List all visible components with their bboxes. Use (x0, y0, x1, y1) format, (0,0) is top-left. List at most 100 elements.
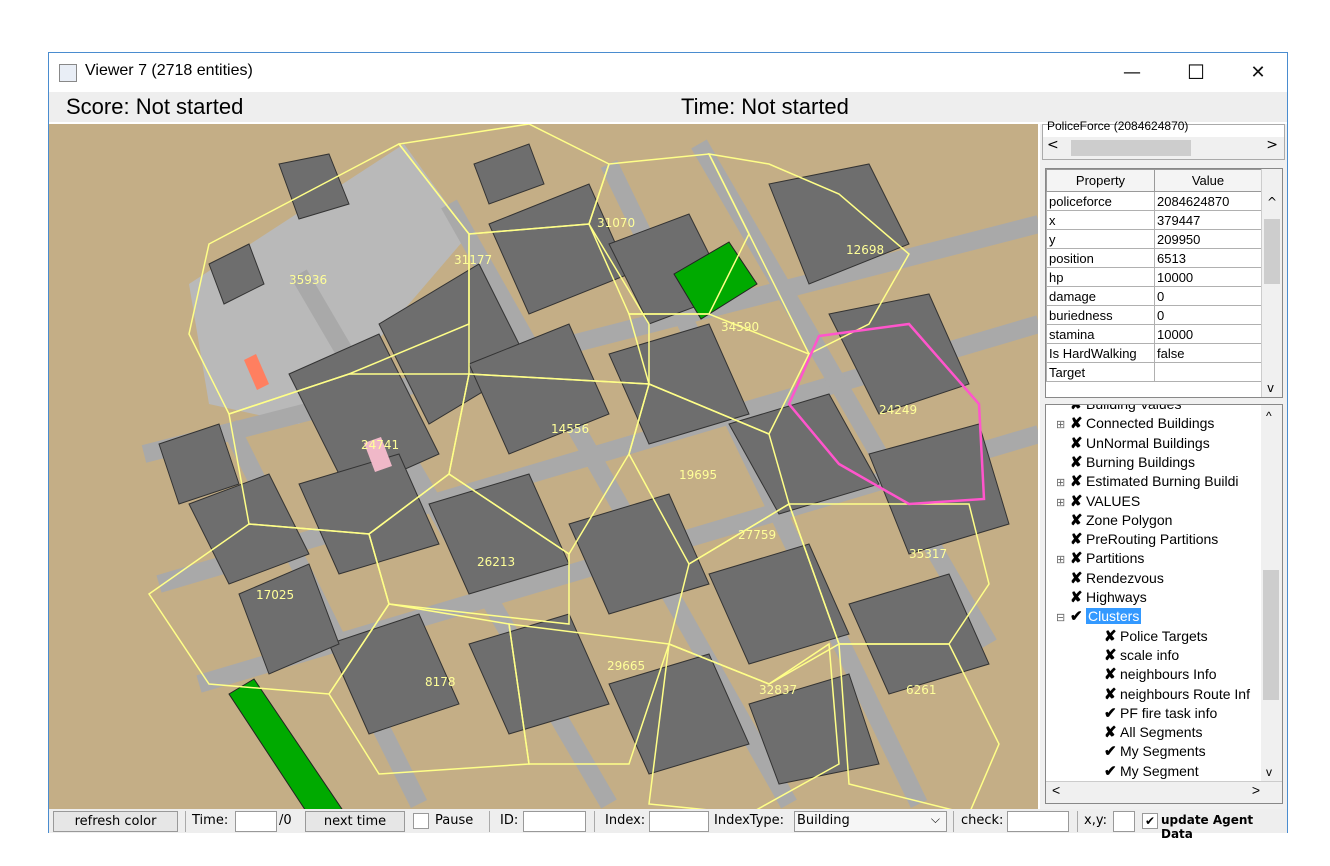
property-name[interactable]: buriedness (1046, 305, 1155, 325)
tree-item-label[interactable]: My Segments (1120, 743, 1206, 759)
expand-icon[interactable]: ⊞ (1056, 553, 1070, 566)
tree-item[interactable]: ✔ PF fire task info (1090, 704, 1217, 724)
check-icon[interactable]: ✔ (1070, 607, 1086, 625)
tree-item-label[interactable]: UnNormal Buildings (1086, 435, 1210, 451)
tree-item-label[interactable]: neighbours Route Inf (1120, 686, 1250, 702)
scroll-thumb[interactable] (1264, 219, 1280, 284)
expand-icon[interactable]: ⊞ (1056, 476, 1070, 489)
scroll-up-icon[interactable]: ^ (1266, 409, 1272, 423)
property-value[interactable]: 0 (1154, 286, 1262, 306)
entity-list[interactable]: PoliceForce (2084624870) < > (1042, 119, 1285, 160)
property-row[interactable]: damage 0 (1046, 286, 1262, 306)
property-row[interactable]: x 379447 (1046, 210, 1262, 230)
property-row[interactable]: stamina 10000 (1046, 324, 1262, 344)
cross-icon[interactable]: ✘ (1070, 453, 1086, 471)
tree-item[interactable]: ⊟ ✔ Clusters (1056, 607, 1142, 627)
time-input[interactable] (235, 811, 277, 832)
entity-list-item[interactable]: PoliceForce (2084624870) (1047, 119, 1188, 133)
tree-item[interactable]: ✘ neighbours Route Inf (1090, 685, 1250, 705)
maximize-button[interactable]: ☐ (1173, 53, 1219, 92)
scroll-up-icon[interactable]: ^ (1267, 195, 1277, 209)
property-row[interactable]: buriedness 0 (1046, 305, 1262, 325)
tree-item-label[interactable]: PreRouting Partitions (1086, 531, 1218, 547)
tree-item-label[interactable]: My Segment (1120, 763, 1199, 779)
tree-item[interactable]: ✔ My Segments (1090, 742, 1206, 762)
pause-checkbox[interactable] (413, 813, 429, 829)
next-time-button[interactable]: next time (305, 811, 405, 832)
cross-icon[interactable]: ✘ (1104, 646, 1120, 664)
tree-item[interactable]: ⊞ ✘ Partitions (1056, 549, 1144, 569)
property-name[interactable]: Target (1046, 362, 1155, 382)
property-name[interactable]: x (1046, 210, 1155, 230)
update-agent-checkbox[interactable]: ✔ (1142, 813, 1158, 829)
column-header-value[interactable]: Value (1154, 169, 1262, 192)
expand-icon[interactable]: ⊞ (1056, 496, 1070, 509)
cross-icon[interactable]: ✘ (1070, 588, 1086, 606)
cross-icon[interactable]: ✘ (1104, 685, 1120, 703)
tree-item[interactable]: ⊞ ✘ Connected Buildings (1056, 414, 1214, 434)
cross-icon[interactable]: ✘ (1070, 414, 1086, 432)
cross-icon[interactable]: ✘ (1070, 511, 1086, 529)
tree-item[interactable]: ✘ Police Targets (1090, 627, 1208, 647)
tree-item[interactable]: ⊞ ✘ Estimated Burning Buildi (1056, 472, 1239, 492)
properties-vertical-scrollbar[interactable]: ^ v (1261, 169, 1282, 397)
tree-item-label[interactable]: Connected Buildings (1086, 415, 1214, 431)
minimize-button[interactable]: — (1109, 53, 1155, 92)
check-icon[interactable]: ✔ (1104, 704, 1120, 722)
tree-item[interactable]: ✘ Highways (1056, 588, 1147, 608)
tree-item-label[interactable]: Partitions (1086, 550, 1144, 566)
tree-item[interactable]: ✘ PreRouting Partitions (1056, 530, 1218, 550)
tree-vertical-scrollbar[interactable]: ^ v (1261, 405, 1282, 781)
property-name[interactable]: damage (1046, 286, 1155, 306)
check-icon[interactable]: ✔ (1104, 742, 1120, 760)
column-header-property[interactable]: Property (1046, 169, 1155, 192)
tree-item[interactable]: ✘ Burning Buildings (1056, 453, 1195, 473)
tree-horizontal-scrollbar[interactable]: < > (1046, 781, 1282, 803)
scroll-thumb[interactable] (1263, 570, 1279, 700)
tree-item[interactable]: ✘ Zone Polygon (1056, 511, 1172, 531)
cross-icon[interactable]: ✘ (1104, 665, 1120, 683)
property-name[interactable]: Is HardWalking (1046, 343, 1155, 363)
property-name[interactable]: y (1046, 229, 1155, 249)
cross-icon[interactable]: ✘ (1070, 569, 1086, 587)
tree-item-label[interactable]: neighbours Info (1120, 666, 1217, 682)
tree-item-label[interactable]: Highways (1086, 589, 1147, 605)
cross-icon[interactable]: ✘ (1104, 627, 1120, 645)
id-input[interactable] (523, 811, 586, 832)
tree-item-label[interactable]: Police Targets (1120, 628, 1208, 644)
property-value[interactable]: false (1154, 343, 1262, 363)
check-input[interactable] (1007, 811, 1069, 832)
tree-item[interactable]: ✘ UnNormal Buildings (1056, 434, 1210, 454)
tree-item[interactable]: ✘ All Segments (1090, 723, 1202, 743)
scroll-down-icon[interactable]: v (1266, 765, 1272, 779)
property-name[interactable]: hp (1046, 267, 1155, 287)
tree-item-label[interactable]: All Segments (1120, 724, 1202, 740)
tree-item-label[interactable]: Clusters (1086, 608, 1142, 625)
tree-item[interactable]: ✘ neighbours Info (1090, 665, 1217, 685)
tree-item[interactable]: ⊞ ✘ VALUES (1056, 492, 1140, 512)
scroll-right-icon[interactable]: > (1266, 137, 1278, 153)
scroll-left-icon[interactable]: < (1052, 782, 1060, 798)
property-value[interactable]: 209950 (1154, 229, 1262, 249)
scroll-right-icon[interactable]: > (1252, 782, 1260, 798)
scroll-down-icon[interactable]: v (1267, 381, 1274, 395)
cross-icon[interactable]: ✘ (1070, 492, 1086, 510)
refresh-color-button[interactable]: refresh color (53, 811, 178, 832)
cross-icon[interactable]: ✘ (1070, 405, 1086, 413)
cross-icon[interactable]: ✘ (1104, 723, 1120, 741)
property-value[interactable]: 10000 (1154, 267, 1262, 287)
map-canvas[interactable]: 35936 31177 31070 12698 34590 24249 2474… (49, 124, 1038, 809)
collapse-icon[interactable]: ⊟ (1056, 611, 1070, 624)
tree-item-label[interactable]: PF fire task info (1120, 705, 1217, 721)
tree-item[interactable]: ✔ My Segment (1090, 762, 1199, 782)
tree-item-label[interactable]: VALUES (1086, 493, 1140, 509)
property-row[interactable]: policeforce 2084624870 (1046, 191, 1262, 211)
expand-icon[interactable]: ⊞ (1056, 418, 1070, 431)
property-value[interactable]: 6513 (1154, 248, 1262, 268)
horizontal-scrollbar[interactable]: < > (1043, 137, 1284, 159)
property-value[interactable]: 0 (1154, 305, 1262, 325)
cross-icon[interactable]: ✘ (1070, 549, 1086, 567)
property-row[interactable]: position 6513 (1046, 248, 1262, 268)
property-value[interactable]: 10000 (1154, 324, 1262, 344)
scroll-left-icon[interactable]: < (1047, 137, 1059, 153)
